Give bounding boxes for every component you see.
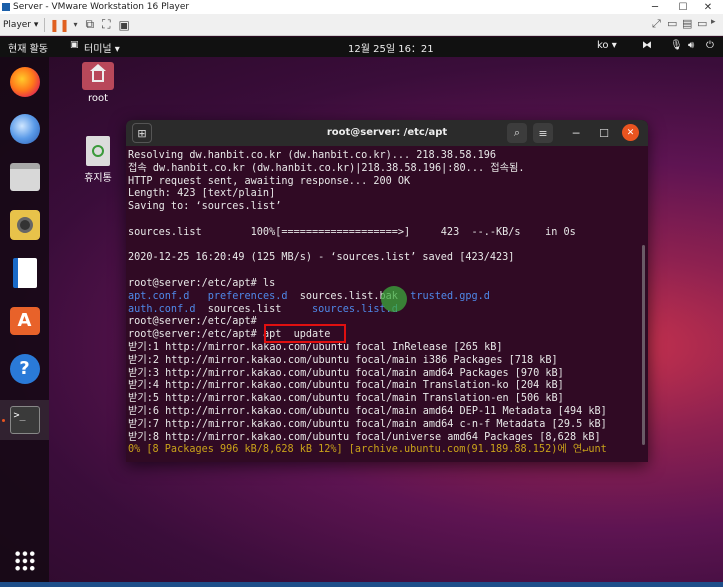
dock-writer[interactable]	[8, 256, 41, 289]
ls-entry: auth.conf.d	[128, 303, 196, 315]
firefox-icon	[9, 66, 40, 97]
more-devices-icon[interactable]: ▸	[711, 17, 716, 27]
pause-icon[interactable]: ❚❚	[49, 16, 69, 34]
volume-icon[interactable]: 🔊︎	[688, 40, 694, 51]
close-icon[interactable]: ✕	[622, 124, 639, 141]
terminal-app-icon: ▣	[70, 40, 79, 50]
output-line: 2020-12-25 16:20:49 (125 MB/s) - ‘source…	[128, 252, 515, 264]
running-indicator	[2, 419, 5, 422]
output-line: Resolving dw.hanbit.co.kr (dw.hanbit.co.…	[128, 150, 497, 161]
power-icon[interactable]: ⏻	[706, 40, 714, 51]
desktop-icon-label: root	[87, 93, 109, 104]
full-screen-icon[interactable]: ⤢	[652, 17, 661, 31]
grid-icon	[13, 549, 36, 572]
output-line: 접속 dw.hanbit.co.kr (dw.hanbit.co.kr)|218…	[128, 162, 525, 174]
output-line: 받기:4 http://mirror.kakao.com/ubuntu foca…	[128, 380, 564, 392]
unity-icon[interactable]: ▣	[119, 16, 130, 34]
folder-icon	[9, 162, 40, 191]
desktop-icon-trash[interactable]: 휴지통	[78, 136, 118, 184]
minimize-icon[interactable]: ─	[640, 0, 670, 14]
pause-dropdown-icon[interactable]: ▾	[74, 16, 78, 34]
network-icon[interactable]: ⧓	[642, 40, 652, 51]
close-icon[interactable]: ✕	[693, 0, 723, 14]
vmware-titlebar: Server - VMware Workstation 16 Player ─ …	[0, 0, 723, 14]
network-device-icon[interactable]: ▤	[682, 17, 692, 30]
ls-entry: trusted.gpg.d	[410, 290, 490, 302]
microphone-icon[interactable]: 🎙︎	[670, 40, 683, 51]
mail-icon	[9, 113, 40, 144]
dock-thunderbird[interactable]	[8, 112, 41, 145]
dock-terminal[interactable]: >_	[0, 400, 49, 440]
output-line: Length: 423 [text/plain]	[128, 188, 276, 200]
send-ctrl-alt-del-icon[interactable]: ⧉	[86, 16, 95, 34]
ls-entry: sources.list	[207, 303, 282, 315]
output-line: root@server:/etc/apt# ls	[128, 277, 276, 289]
ls-entry: apt.conf.d	[128, 290, 190, 302]
ls-entry: preferences.d	[207, 290, 288, 302]
output-line: 받기:6 http://mirror.kakao.com/ubuntu foca…	[128, 405, 607, 417]
input-method-menu[interactable]: ko ▾	[597, 40, 617, 51]
progress-line: 0% [8 Packages 996 kB/8,628 kB 12%] [arc…	[128, 444, 607, 456]
terminal-headerbar[interactable]: ⊞ root@server: /etc/apt ⌕ ≡ ─ ☐ ✕	[126, 120, 648, 146]
vmware-status-strip	[0, 582, 723, 587]
output-line: HTTP request sent, awaiting response... …	[128, 175, 411, 187]
toolbar-divider	[44, 17, 46, 32]
dock-files[interactable]	[8, 160, 41, 193]
output-line: 받기:5 http://mirror.kakao.com/ubuntu foca…	[128, 393, 564, 405]
player-menu[interactable]: Player ▾	[3, 20, 38, 30]
document-icon	[12, 257, 37, 288]
dock-help[interactable]: ?	[8, 352, 41, 385]
top-panel: 현재 활동 ▣ 터미널 ▾ 12월 25일 16：21 ko ▾ ⧓ 🎙︎ 🔊︎…	[0, 37, 723, 57]
removable-devices-icon[interactable]: ▭	[667, 17, 677, 30]
vmware-logo-icon	[2, 3, 10, 11]
speaker-icon	[9, 209, 40, 240]
output-line: sources.list 100%[===================>] …	[128, 226, 576, 238]
help-icon: ?	[9, 353, 40, 384]
dock-firefox[interactable]	[8, 65, 41, 98]
output-line: 받기:2 http://mirror.kakao.com/ubuntu foca…	[128, 354, 558, 366]
dock-show-apps[interactable]	[8, 544, 41, 577]
vmware-toolbar: Player ▾ ❚❚ ▾ ⧉ ⛶ ▣ ⤢ ▭ ▤ ▭ ▸	[0, 14, 723, 36]
output-line: 받기:1 http://mirror.kakao.com/ubuntu foca…	[128, 341, 503, 353]
output-line: Saving to: ‘sources.list’	[128, 201, 282, 213]
output-line: 받기:8 http://mirror.kakao.com/ubuntu foca…	[128, 431, 601, 443]
desktop-icon-label: 휴지통	[84, 173, 112, 184]
desktop-icon-root[interactable]: root	[80, 62, 116, 104]
search-icon[interactable]: ⌕	[507, 123, 527, 143]
mouse-cursor-indicator	[381, 286, 407, 312]
output-line: 받기:3 http://mirror.kakao.com/ubuntu foca…	[128, 367, 564, 379]
message-icon[interactable]: ▭	[697, 17, 707, 30]
output-line: 받기:7 http://mirror.kakao.com/ubuntu foca…	[128, 418, 607, 430]
terminal-icon: >_	[9, 406, 40, 434]
activities-button[interactable]: 현재 활동	[8, 40, 48, 55]
fit-guest-icon[interactable]: ⛶	[102, 16, 110, 34]
command-highlight-box	[264, 324, 346, 343]
clock[interactable]: 12월 25일 16：21	[348, 40, 434, 55]
terminal-scrollbar[interactable]	[642, 245, 645, 445]
window-title: Server - VMware Workstation 16 Player	[13, 2, 190, 12]
app-menu[interactable]: 터미널 ▾	[84, 40, 120, 55]
dock-software[interactable]: A	[8, 304, 41, 337]
prompt: root@server:/etc/apt#	[128, 316, 257, 328]
store-icon: A	[9, 306, 40, 335]
dock: A ? >_	[0, 57, 49, 582]
home-folder-icon	[82, 62, 114, 90]
prompt: root@server:/etc/apt#	[128, 329, 257, 341]
minimize-icon[interactable]: ─	[566, 123, 586, 143]
menu-icon[interactable]: ≡	[533, 123, 553, 143]
dock-rhythmbox[interactable]	[8, 208, 41, 241]
maximize-icon[interactable]: ☐	[594, 123, 614, 143]
trash-icon	[86, 136, 110, 166]
